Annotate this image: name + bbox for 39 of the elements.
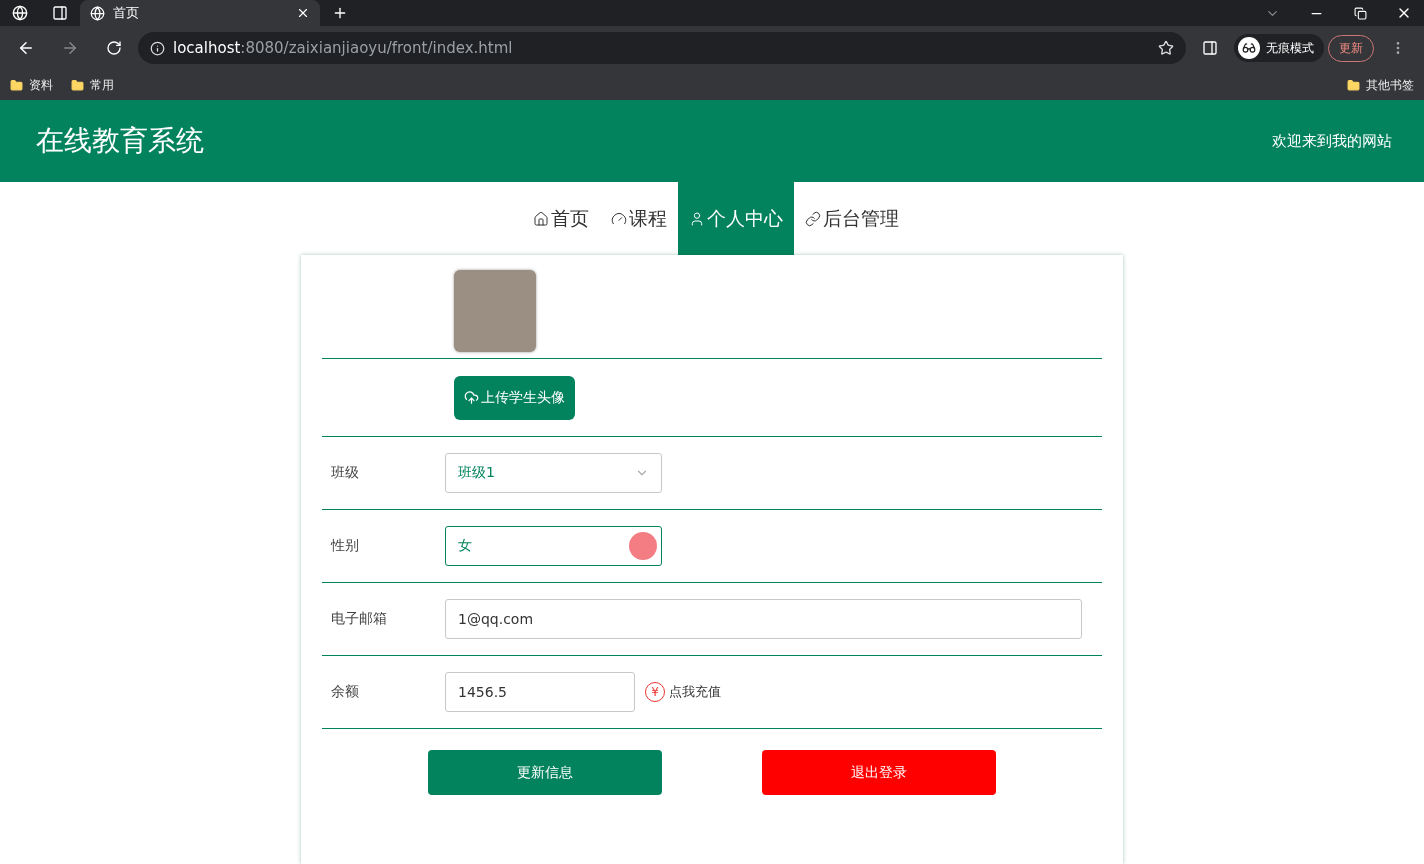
user-icon <box>689 210 705 227</box>
star-icon[interactable] <box>1158 40 1174 56</box>
info-icon[interactable] <box>150 40 165 56</box>
field-label: 电子邮箱 <box>330 610 388 628</box>
nav-link[interactable]: 个人中心 <box>678 182 794 255</box>
bookmark-folder[interactable]: 资料 <box>10 76 53 94</box>
incognito-badge[interactable]: 无痕模式 <box>1234 34 1324 62</box>
upload-icon <box>464 390 479 405</box>
recharge-link[interactable]: 点我充值 <box>669 683 721 701</box>
cursor-highlight <box>629 532 657 560</box>
address-bar[interactable]: localhost:8080/zaixianjiaoyu/front/index.html <box>138 32 1186 64</box>
incognito-icon <box>1238 37 1260 59</box>
input-field[interactable]: 1@qq.com <box>445 599 1082 639</box>
field-label: 性别 <box>329 537 360 555</box>
browser-tab[interactable]: 首页 <box>80 0 320 26</box>
upload-button[interactable]: 上传学生头像 <box>454 375 575 420</box>
nav-link[interactable]: 后台管理 <box>794 182 910 255</box>
select-field[interactable]: 班级1 <box>445 453 662 493</box>
field-label: 余额 <box>330 683 360 701</box>
field-label: 班级 <box>330 464 360 482</box>
logout-button[interactable]: 退出登录 <box>762 750 996 795</box>
select-field[interactable]: 女 <box>445 526 662 566</box>
update-button[interactable]: 更新信息 <box>428 750 662 795</box>
site-title: 在线教育系统 <box>36 123 204 159</box>
bookmark-folder[interactable]: 其他书签 <box>1347 76 1414 94</box>
home-icon <box>533 210 549 227</box>
folder-icon <box>1347 78 1360 92</box>
welcome-text: 欢迎来到我的网站 <box>1272 131 1392 151</box>
globe-icon <box>90 5 105 21</box>
close-tab-icon[interactable] <box>296 6 310 20</box>
folder-icon <box>10 78 23 92</box>
input-field[interactable]: 1456.5 <box>445 672 635 712</box>
link-icon <box>805 210 821 227</box>
folder-icon <box>71 78 84 92</box>
nav-link[interactable]: 课程 <box>600 182 678 255</box>
update-button[interactable]: 更新 <box>1328 34 1374 62</box>
bookmark-folder[interactable]: 常用 <box>71 76 114 94</box>
nav-link[interactable]: 首页 <box>522 182 600 255</box>
gauge-icon <box>611 210 627 227</box>
